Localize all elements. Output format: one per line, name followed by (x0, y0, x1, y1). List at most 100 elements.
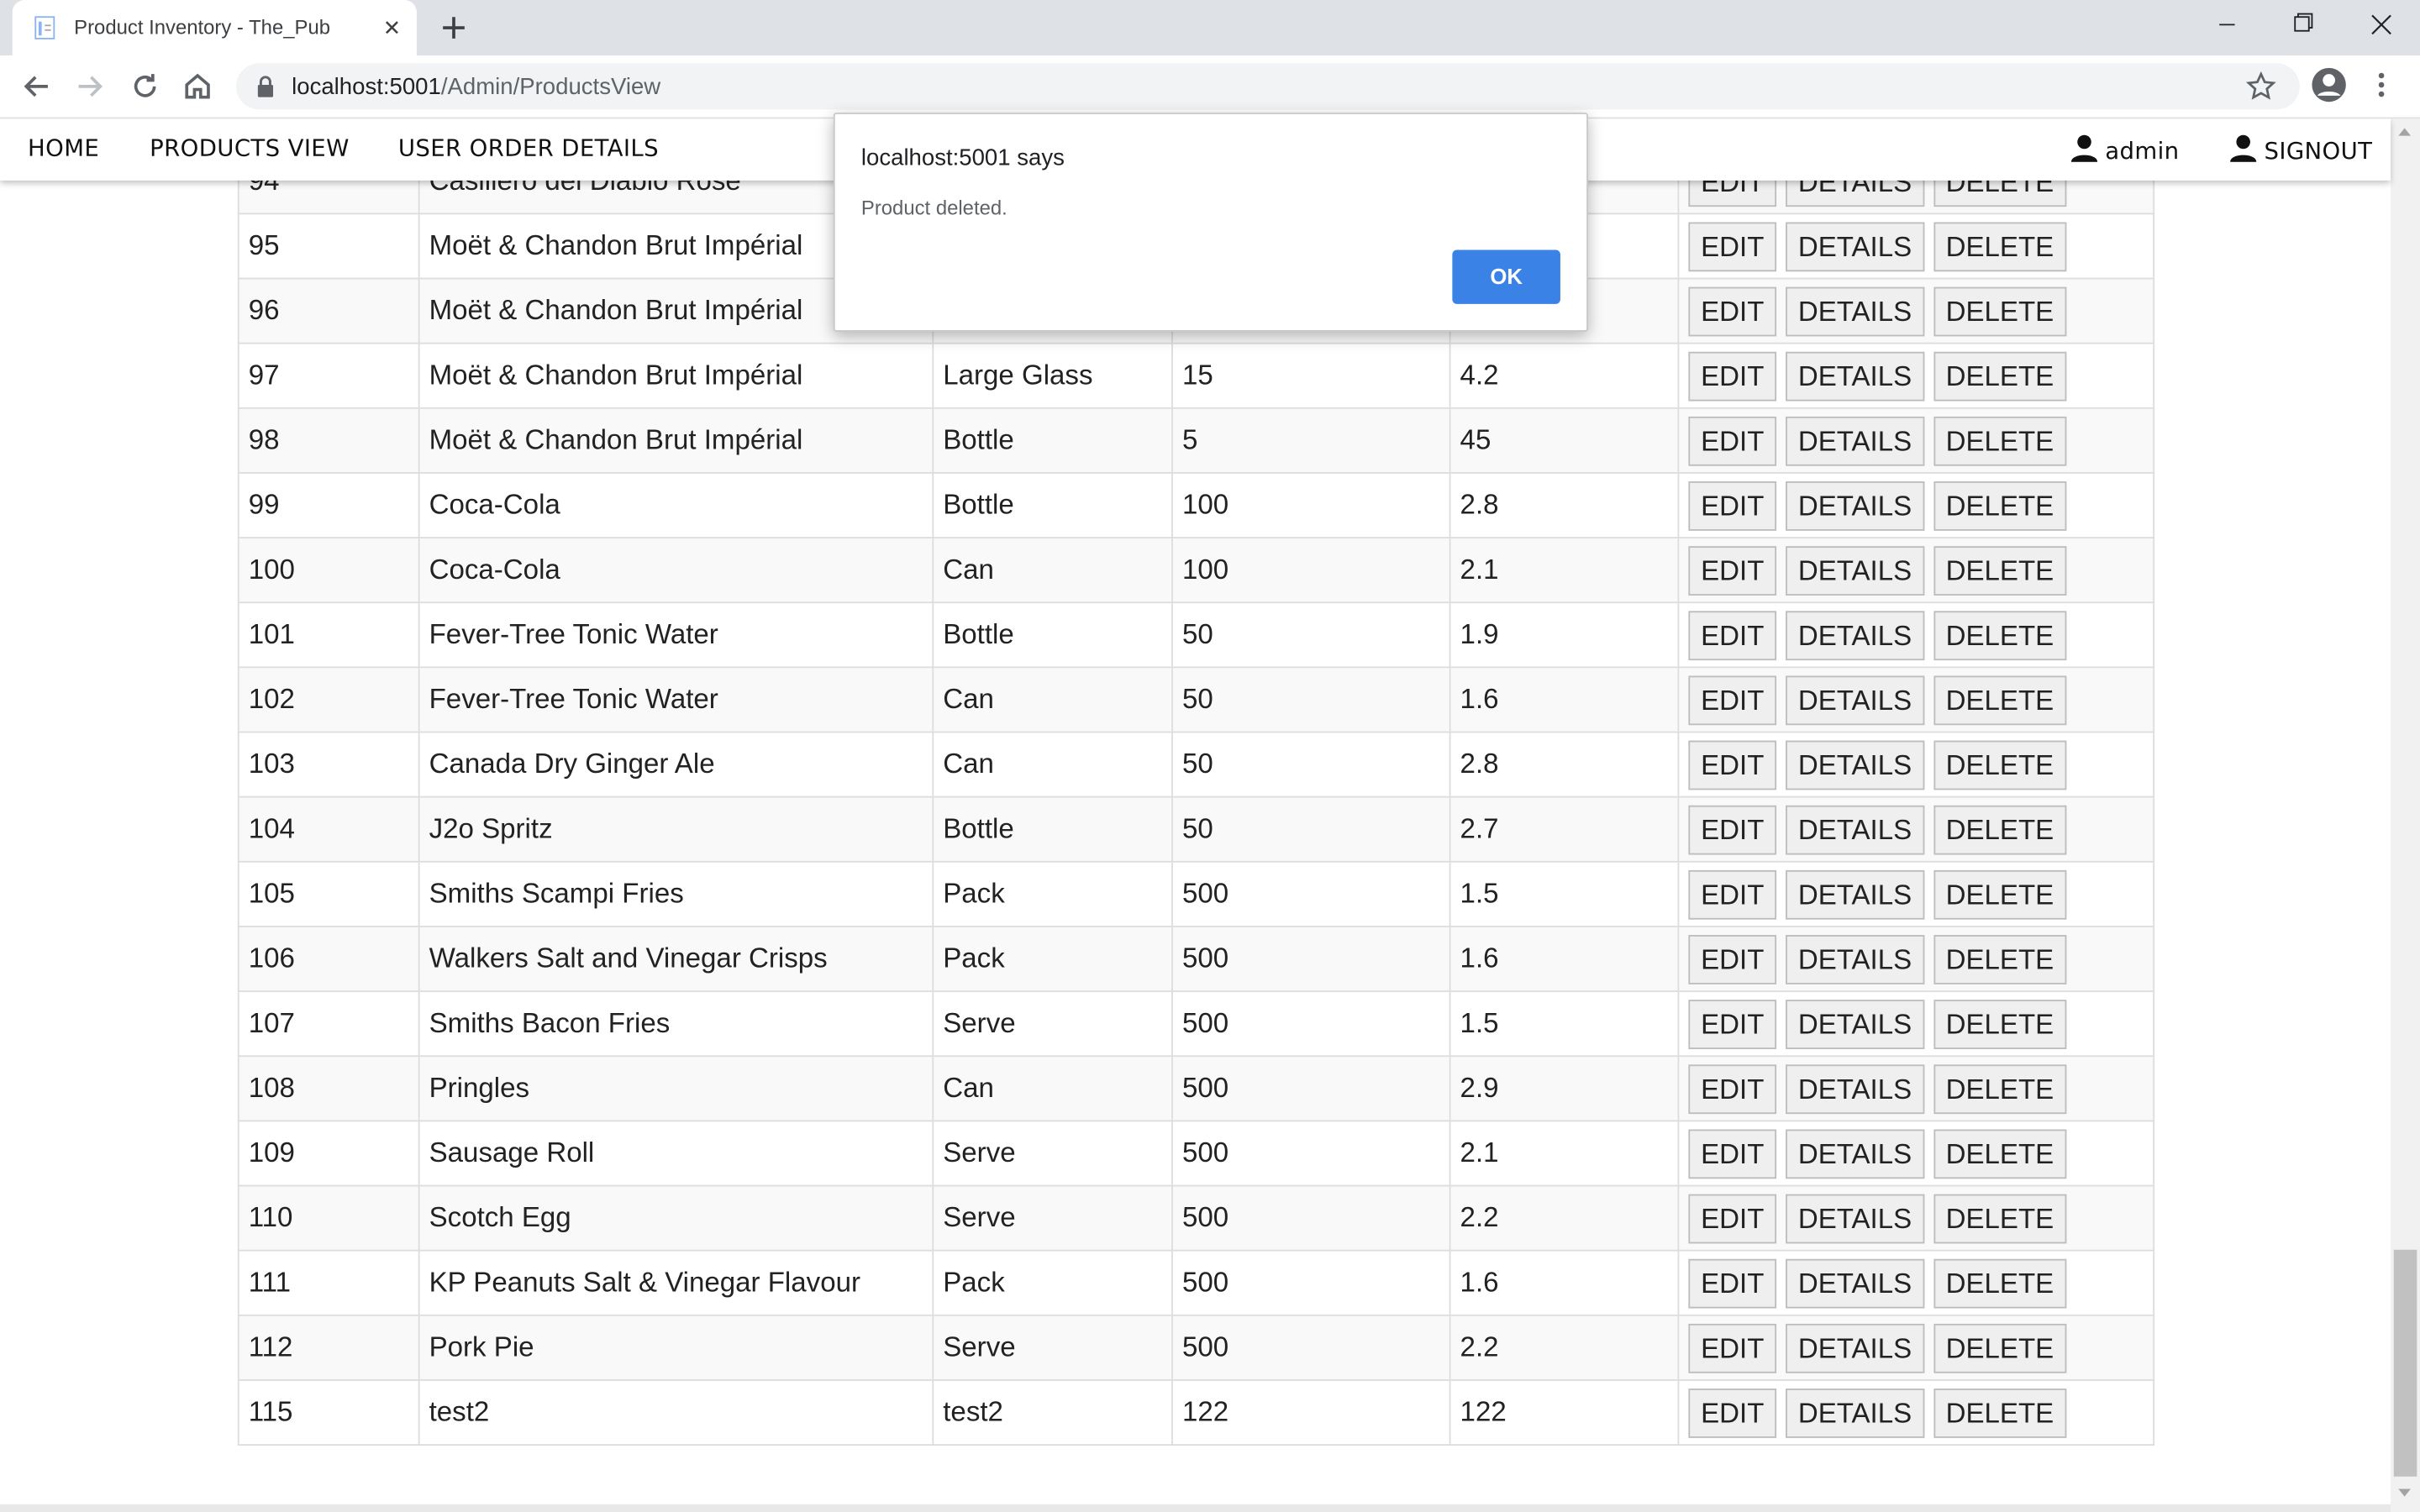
delete-button[interactable]: DELETE (1933, 1194, 2066, 1244)
edit-button[interactable]: EDIT (1688, 1064, 1777, 1115)
table-row: 112 Pork Pie Serve 500 2.2 EDIT DETAILS DELETE (237, 1314, 2155, 1381)
delete-button[interactable]: DELETE (1933, 286, 2066, 337)
close-tab-icon[interactable]: ✕ (376, 13, 408, 44)
close-window-icon[interactable] (2346, 0, 2417, 50)
edit-button[interactable]: EDIT (1688, 481, 1777, 531)
new-tab-icon[interactable] (435, 9, 472, 46)
reload-icon[interactable] (127, 68, 164, 105)
cell-actions: EDIT DETAILS DELETE (1677, 926, 2155, 993)
cell-id: 107 (237, 990, 420, 1058)
delete-button[interactable]: DELETE (1933, 1129, 2066, 1179)
edit-button[interactable]: EDIT (1688, 222, 1777, 272)
bookmark-star-icon[interactable] (2245, 71, 2276, 102)
delete-button[interactable]: DELETE (1933, 481, 2066, 531)
scroll-down-arrow-icon[interactable] (2398, 1488, 2411, 1497)
cell-name: Pork Pie (418, 1314, 934, 1381)
nav-user-label: admin (2105, 137, 2180, 165)
edit-button[interactable]: EDIT (1688, 869, 1777, 920)
cell-name: Fever-Tree Tonic Water (418, 601, 934, 669)
delete-button[interactable]: DELETE (1933, 740, 2066, 790)
edit-button[interactable]: EDIT (1688, 1000, 1777, 1049)
address-bar[interactable]: localhost:5001/Admin/ProductsView (236, 63, 2300, 110)
nav-home-link[interactable]: HOME (28, 134, 99, 162)
delete-button[interactable]: DELETE (1933, 1000, 2066, 1049)
delete-button[interactable]: DELETE (1933, 935, 2066, 984)
details-button[interactable]: DETAILS (1786, 1194, 1924, 1244)
scrollbar-thumb[interactable] (2393, 1249, 2417, 1477)
details-button[interactable]: DETAILS (1786, 286, 1924, 337)
details-button[interactable]: DETAILS (1786, 1129, 1924, 1179)
details-button[interactable]: DETAILS (1786, 869, 1924, 920)
minimize-icon[interactable] (2191, 0, 2262, 50)
nav-signout-link[interactable]: SIGNOUT (2230, 134, 2372, 165)
cell-size: Bottle (932, 795, 1173, 863)
delete-button[interactable]: DELETE (1933, 222, 2066, 272)
edit-button[interactable]: EDIT (1688, 611, 1777, 661)
edit-button[interactable]: EDIT (1688, 1389, 1777, 1438)
delete-button[interactable]: DELETE (1933, 869, 2066, 920)
cell-price: 2.1 (1449, 1120, 1680, 1187)
delete-button[interactable]: DELETE (1933, 1064, 2066, 1115)
delete-button[interactable]: DELETE (1933, 611, 2066, 661)
delete-button[interactable]: DELETE (1933, 351, 2066, 402)
edit-button[interactable]: EDIT (1688, 1323, 1777, 1373)
delete-button[interactable]: DELETE (1933, 1323, 2066, 1373)
home-icon[interactable] (179, 68, 216, 105)
nav-products-view-link[interactable]: PRODUCTS VIEW (150, 134, 350, 162)
details-button[interactable]: DETAILS (1786, 740, 1924, 790)
details-button[interactable]: DETAILS (1786, 611, 1924, 661)
edit-button[interactable]: EDIT (1688, 935, 1777, 984)
edit-button[interactable]: EDIT (1688, 805, 1777, 855)
edit-button[interactable]: EDIT (1688, 675, 1777, 726)
edit-button[interactable]: EDIT (1688, 286, 1777, 337)
details-button[interactable]: DETAILS (1786, 1000, 1924, 1049)
back-arrow-icon[interactable] (18, 68, 55, 105)
details-button[interactable]: DETAILS (1786, 805, 1924, 855)
profile-icon[interactable] (2311, 66, 2348, 103)
restore-icon[interactable] (2269, 0, 2339, 50)
details-button[interactable]: DETAILS (1786, 481, 1924, 531)
edit-button[interactable]: EDIT (1688, 1194, 1777, 1244)
more-vert-icon[interactable] (2369, 70, 2393, 101)
table-row: 97 Moët & Chandon Brut Impérial Large Glas… (237, 342, 2155, 409)
details-button[interactable]: DETAILS (1786, 1323, 1924, 1373)
delete-button[interactable]: DELETE (1933, 805, 2066, 855)
cell-name: Fever-Tree Tonic Water (418, 666, 934, 733)
tab-title: Product Inventory - The_Pub (74, 15, 331, 39)
edit-button[interactable]: EDIT (1688, 740, 1777, 790)
cell-id: 109 (237, 1120, 420, 1187)
cell-id: 102 (237, 666, 420, 733)
document-icon (34, 16, 55, 39)
edit-button[interactable]: EDIT (1688, 351, 1777, 402)
details-button[interactable]: DETAILS (1786, 1389, 1924, 1438)
nav-user-order-details-link[interactable]: USER ORDER DETAILS (398, 134, 659, 162)
scroll-up-arrow-icon[interactable] (2398, 128, 2411, 136)
details-button[interactable]: DETAILS (1786, 935, 1924, 984)
delete-button[interactable]: DELETE (1933, 416, 2066, 466)
browser-tab-active[interactable]: Product Inventory - The_Pub ✕ (12, 0, 417, 56)
details-button[interactable]: DETAILS (1786, 351, 1924, 402)
details-button[interactable]: DETAILS (1786, 222, 1924, 272)
nav-user-link[interactable]: admin (2070, 134, 2180, 165)
delete-button[interactable]: DELETE (1933, 675, 2066, 726)
details-button[interactable]: DETAILS (1786, 1064, 1924, 1115)
edit-button[interactable]: EDIT (1688, 546, 1777, 596)
details-button[interactable]: DETAILS (1786, 546, 1924, 596)
edit-button[interactable]: EDIT (1688, 416, 1777, 466)
details-button[interactable]: DETAILS (1786, 1258, 1924, 1309)
delete-button[interactable]: DELETE (1933, 1389, 2066, 1438)
vertical-scrollbar[interactable] (2391, 118, 2420, 1512)
details-button[interactable]: DETAILS (1786, 675, 1924, 726)
url-text[interactable]: localhost:5001/Admin/ProductsView (292, 74, 660, 100)
dialog-ok-button[interactable]: OK (1452, 249, 1560, 304)
edit-button[interactable]: EDIT (1688, 1258, 1777, 1309)
cell-id: 111 (237, 1249, 420, 1316)
delete-button[interactable]: DELETE (1933, 546, 2066, 596)
details-button[interactable]: DETAILS (1786, 416, 1924, 466)
delete-button[interactable]: DELETE (1933, 1258, 2066, 1309)
cell-name: Smiths Bacon Fries (418, 990, 934, 1058)
forward-arrow-icon[interactable] (71, 68, 108, 105)
edit-button[interactable]: EDIT (1688, 1129, 1777, 1179)
cell-price: 4.2 (1449, 342, 1680, 409)
cell-price: 2.2 (1449, 1184, 1680, 1252)
